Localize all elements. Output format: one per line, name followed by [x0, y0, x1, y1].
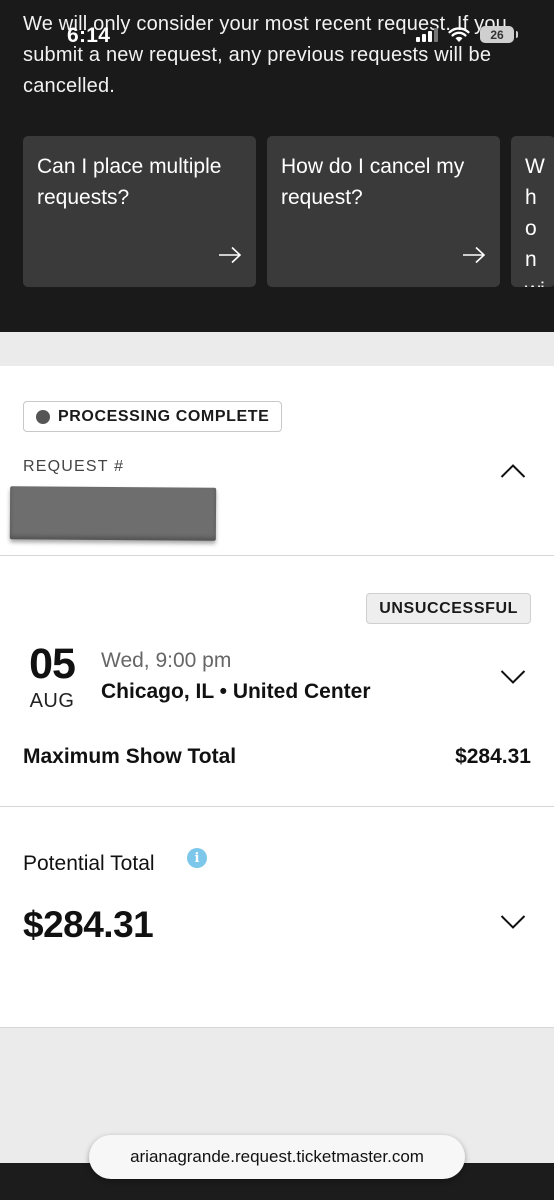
url-text: arianagrande.request.ticketmaster.com — [130, 1147, 424, 1166]
faq-card-label: Can I place multiple requests? — [37, 155, 222, 209]
status-dot-icon — [36, 409, 50, 424]
address-bar[interactable]: arianagrande.request.ticketmaster.com — [89, 1135, 465, 1179]
faq-carousel[interactable]: Can I place multiple requests? How do I … — [23, 136, 554, 287]
request-card: PROCESSING COMPLETE REQUEST # UNSUCCESSF… — [0, 366, 554, 1028]
status-bar: 6:14 26 — [0, 0, 554, 50]
arrow-right-icon — [462, 242, 486, 273]
faq-card-label: Wh on wi — [525, 155, 545, 287]
event-venue: Chicago, IL • United Center — [101, 680, 371, 703]
status-badge: PROCESSING COMPLETE — [23, 401, 283, 432]
status-badge-label: PROCESSING COMPLETE — [58, 407, 270, 425]
event-day: 05 — [29, 640, 76, 688]
request-number-label: REQUEST # — [23, 458, 125, 475]
cellular-signal-icon — [416, 27, 438, 42]
wifi-icon — [448, 26, 470, 43]
faq-card-partial[interactable]: Wh on wi — [511, 136, 554, 287]
max-show-total-label: Maximum Show Total — [23, 745, 237, 768]
faq-card-label: How do I cancel my request? — [281, 155, 465, 209]
event-month: AUG — [29, 690, 75, 712]
potential-total-label: Potential Total — [23, 852, 155, 875]
max-show-total-value: $284.31 — [455, 745, 531, 768]
status-time: 6:14 — [67, 24, 111, 47]
faq-card-multiple-requests[interactable]: Can I place multiple requests? — [23, 136, 256, 287]
chevron-down-icon[interactable] — [500, 914, 526, 935]
faq-card-cancel-request[interactable]: How do I cancel my request? — [267, 136, 500, 287]
divider — [0, 806, 554, 807]
section-gap — [0, 332, 554, 366]
potential-total-value: $284.31 — [23, 904, 154, 945]
battery-icon: 26 — [480, 26, 518, 43]
faq-header-section: We will only consider your most recent r… — [0, 0, 554, 332]
result-badge: UNSUCCESSFUL — [366, 593, 531, 624]
redacted-request-number — [9, 486, 217, 541]
chevron-down-icon[interactable] — [500, 669, 526, 690]
arrow-right-icon — [218, 242, 242, 273]
chevron-up-icon[interactable] — [500, 463, 526, 484]
event-time: Wed, 9:00 pm — [101, 649, 232, 672]
divider — [0, 555, 554, 556]
status-indicators: 26 — [416, 26, 518, 43]
info-icon[interactable]: i — [187, 848, 207, 868]
event-date: 05 AUG — [22, 640, 82, 714]
